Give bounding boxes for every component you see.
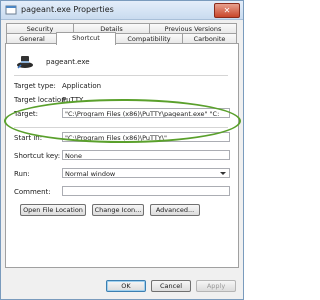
change-icon-label: Change Icon... xyxy=(94,206,142,214)
properties-window: pageant.exe Properties ✕ Security Detail… xyxy=(0,0,244,300)
advanced-button[interactable]: Advanced... xyxy=(150,204,200,216)
run-select[interactable]: Normal window xyxy=(62,168,230,178)
tab-shortcut-label: Shortcut xyxy=(72,34,100,42)
run-select-value: Normal window xyxy=(65,170,116,178)
start-in-label: Start in: xyxy=(14,134,43,142)
dropdown-arrow-icon xyxy=(219,170,227,177)
target-type-value: Application xyxy=(62,82,102,90)
tab-general-label: General xyxy=(19,35,45,43)
file-name: pageant.exe xyxy=(46,58,90,66)
start-in-input[interactable]: "C:\Program Files (x86)\PuTTY\" xyxy=(62,132,230,142)
divider xyxy=(14,127,228,128)
advanced-label: Advanced... xyxy=(155,206,195,214)
target-location-value: PuTTY xyxy=(62,96,84,104)
apply-button[interactable]: Apply xyxy=(196,280,236,292)
change-icon-button[interactable]: Change Icon... xyxy=(92,204,144,216)
shortcut-key-input[interactable]: None xyxy=(62,150,230,160)
divider xyxy=(14,75,228,76)
target-input[interactable]: "C:\Program Files (x86)\PuTTY\pageant.ex… xyxy=(62,108,230,118)
window-title: pageant.exe Properties xyxy=(21,5,114,14)
ok-button[interactable]: OK xyxy=(106,280,146,292)
comment-input[interactable] xyxy=(62,186,230,196)
comment-label: Comment: xyxy=(14,188,51,196)
app-icon xyxy=(5,4,17,16)
shortcut-key-label: Shortcut key: xyxy=(14,152,61,160)
close-button[interactable]: ✕ xyxy=(214,3,240,18)
tab-previous-versions-label: Previous Versions xyxy=(164,25,222,33)
tab-shortcut[interactable]: Shortcut xyxy=(56,32,116,45)
title-bar[interactable]: pageant.exe Properties ✕ xyxy=(1,1,243,20)
ok-label: OK xyxy=(121,282,131,290)
open-file-location-button[interactable]: Open File Location xyxy=(20,204,86,216)
target-location-label: Target location: xyxy=(14,96,69,104)
pageant-hat-icon xyxy=(16,52,34,70)
run-label: Run: xyxy=(14,170,30,178)
tab-compatibility-label: Compatibility xyxy=(127,35,171,43)
tab-security-label: Security xyxy=(26,25,54,33)
target-label: Target: xyxy=(14,110,39,118)
cancel-button[interactable]: Cancel xyxy=(151,280,191,292)
cancel-label: Cancel xyxy=(159,282,183,290)
target-type-label: Target type: xyxy=(14,82,56,90)
apply-label: Apply xyxy=(206,282,226,290)
close-icon: ✕ xyxy=(223,6,231,15)
open-file-location-label: Open File Location xyxy=(23,206,83,214)
shortcut-panel: pageant.exe Target type: Application Tar… xyxy=(5,43,239,268)
tab-carbonite-label: Carbonite xyxy=(193,35,226,43)
